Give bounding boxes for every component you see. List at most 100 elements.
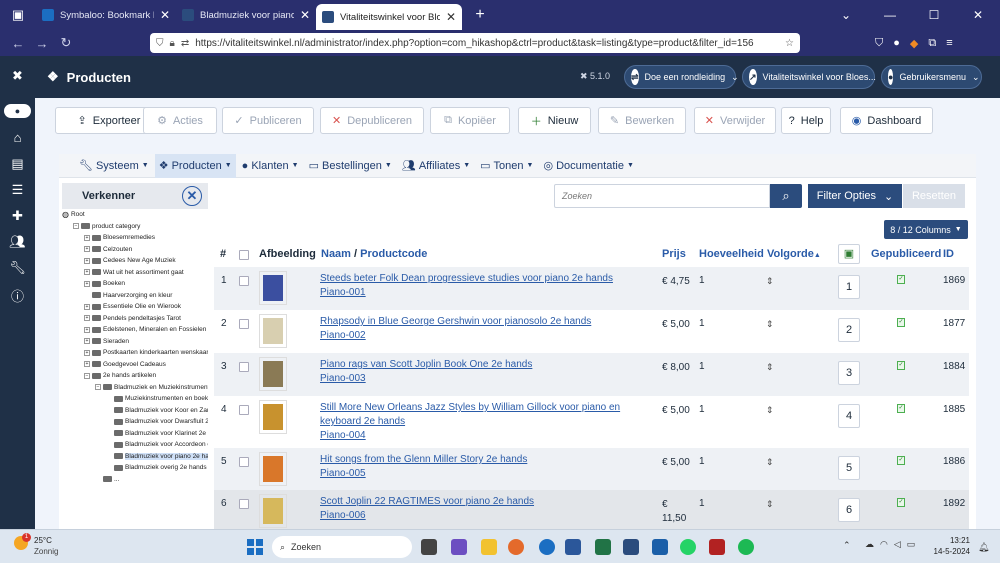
tree-node[interactable]: + Sieraden [84, 336, 129, 347]
app-icon[interactable] [623, 539, 639, 555]
guided-tour-button[interactable]: ⇌ Doe een rondleiding ⌄ [624, 65, 739, 89]
name-header[interactable]: Naam [321, 248, 351, 260]
close-circle-icon[interactable]: ✕ [182, 186, 202, 206]
col-name[interactable]: Naam / Productcode [321, 248, 427, 260]
collapse-icon[interactable]: − [84, 372, 90, 379]
tree-node-label[interactable]: Bladmuziek voor Accordeon e [125, 441, 208, 448]
joomla-logo-icon[interactable]: ✖ [0, 68, 35, 84]
expand-icon[interactable]: + [84, 257, 90, 264]
expand-icon[interactable]: + [84, 361, 90, 367]
tree-node-label[interactable]: Wat uit het assortiment gaat [103, 269, 184, 276]
order-header[interactable]: Volgorde [767, 248, 814, 260]
published-check-icon[interactable]: ✓ [897, 498, 905, 507]
expand-icon[interactable]: + [84, 303, 90, 310]
unpublish-button[interactable]: ✕ Depubliceren [320, 107, 424, 134]
expand-icon[interactable]: + [84, 280, 90, 287]
menu-tonen[interactable]: ▭ Tonen ▼ [476, 154, 537, 178]
product-code-link[interactable]: Piano-003 [320, 372, 650, 386]
store-icon[interactable] [652, 539, 668, 555]
back-arrow-icon[interactable]: ← [6, 36, 30, 51]
order-input[interactable]: 3 [838, 361, 860, 385]
tree-node-label[interactable]: Bladmuziek voor Dwarsfluit 2e [125, 418, 208, 425]
whatsapp-icon[interactable] [680, 539, 696, 555]
table-row[interactable]: 5 Hit songs from the Glenn Miller Story 2… [214, 448, 969, 490]
drag-handle-icon[interactable]: ⇕ [766, 362, 774, 373]
tree-node-label[interactable]: Bloesemremedies [103, 234, 155, 241]
extension-badge-icon[interactable]: ◆ [910, 37, 918, 50]
product-name-link[interactable]: Rhapsody in Blue George Gershwin voor pi… [320, 315, 650, 329]
save-order-icon[interactable]: ▣ [838, 244, 860, 264]
browser-tab-vitaliteitswinkel[interactable]: Vitaliteitswinkel voor Bloesem ✕ [316, 4, 462, 30]
close-window-icon[interactable]: ✕ [956, 8, 1000, 22]
drag-handle-icon[interactable]: ⇕ [766, 457, 774, 468]
published-check-icon[interactable]: ✓ [897, 456, 905, 465]
menu-producten[interactable]: ❖ Producten ▼ [154, 153, 236, 178]
chevron-down-icon[interactable]: ⌄ [824, 8, 868, 22]
table-row[interactable]: 2 Rhapsody in Blue George Gershwin voor p… [214, 310, 969, 353]
tree-node-label[interactable]: Postkaarten kinderkaarten wenskaarten [103, 349, 208, 356]
extensions-icon[interactable]: ⧉ [928, 37, 936, 50]
table-row[interactable]: 6 Scott Joplin 22 RAGTIMES voor piano 2e … [214, 490, 969, 529]
expand-icon[interactable]: + [84, 338, 90, 344]
menu-klanten[interactable]: ● Klanten ▼ [238, 154, 303, 178]
menus-list-icon[interactable]: ☰ [0, 182, 35, 198]
published-check-icon[interactable]: ✓ [897, 361, 905, 370]
reset-button[interactable]: Resetten [903, 184, 965, 208]
volume-icon[interactable]: ◁ [894, 539, 901, 550]
delete-button[interactable]: ✕ Verwijder [694, 107, 776, 134]
tree-node[interactable]: Bladmuziek voor Accordeon e [106, 439, 208, 450]
toggle-menu-icon[interactable]: ● [4, 104, 31, 118]
extension-avatar-icon[interactable]: ● [893, 37, 900, 49]
expand-icon[interactable]: + [84, 234, 90, 241]
users-icon[interactable]: 👥︎ [0, 234, 35, 250]
tree-node-label[interactable]: ... [114, 476, 119, 483]
tree-node[interactable]: + Edelstenen, Mineralen en Fossielen [84, 324, 206, 335]
word-icon[interactable] [565, 539, 581, 555]
tab-actions-icon[interactable]: ▣ [0, 0, 36, 30]
bookmark-star-icon[interactable]: ☆ [785, 38, 794, 49]
close-icon[interactable]: ✕ [300, 8, 310, 22]
permissions-icon[interactable]: ⇄ [181, 38, 189, 49]
tree-node-label[interactable]: Bladmuziek voor piano 2e han [125, 452, 208, 460]
table-row[interactable]: 1 Steeds beter Folk Dean progressieve stu… [214, 267, 969, 310]
row-checkbox[interactable] [239, 276, 249, 286]
order-input[interactable]: 2 [838, 318, 860, 342]
tree-node[interactable]: Muziekinstrumenten en boeken [106, 393, 208, 404]
copy-button[interactable]: ⧉ Kopiëer [430, 107, 510, 134]
tree-node[interactable]: − product category [73, 221, 140, 232]
tree-node[interactable]: Bladmuziek voor Dwarsfluit 2e [106, 416, 208, 427]
filter-options-button[interactable]: Filter Opties ⌄ [808, 184, 902, 208]
tree-node-label[interactable]: Root [71, 211, 85, 218]
tree-node-label[interactable]: Bladmuziek en Muziekinstrumenten [114, 384, 208, 391]
maximize-icon[interactable]: ☐ [912, 8, 956, 22]
clock-date[interactable]: 14-5-2024 [928, 547, 970, 556]
tree-node[interactable]: − 2e hands artikelen [84, 370, 156, 381]
drag-handle-icon[interactable]: ⇕ [766, 319, 774, 330]
home-icon[interactable]: ⌂ [0, 130, 35, 145]
tree-node-label[interactable]: Boeken [103, 280, 125, 287]
tree-node-label[interactable]: Bladmuziek voor Klarinet 2e h [125, 430, 208, 437]
code-header[interactable]: Productcode [360, 248, 427, 260]
excel-icon[interactable] [595, 539, 611, 555]
product-thumbnail[interactable] [259, 452, 287, 486]
menu-bestellingen[interactable]: ▭ Bestellingen ▼ [305, 154, 396, 178]
product-thumbnail[interactable] [259, 357, 287, 391]
tree-node[interactable]: + Cedees New Age Muziek [84, 255, 176, 266]
tree-node-label[interactable]: 2e hands artikelen [103, 372, 156, 379]
pocket-icon[interactable]: ⛉ [875, 37, 883, 50]
col-order[interactable]: Volgorde▲ [767, 248, 821, 260]
task-view-icon[interactable] [421, 539, 437, 555]
product-name-link[interactable]: Still More New Orleans Jazz Styles by Wi… [320, 401, 650, 429]
drag-handle-icon[interactable]: ⇕ [766, 405, 774, 416]
tree-node-label[interactable]: product category [92, 223, 140, 230]
actions-button[interactable]: ⚙ Acties [143, 107, 217, 134]
tree-node[interactable]: ... [95, 474, 119, 485]
menu-systeem[interactable]: 🔧︎ Systeem ▼ [75, 154, 153, 178]
taskbar-search[interactable]: ⌕ Zoeken [272, 536, 412, 558]
edit-button[interactable]: ✎ Bewerken [598, 107, 686, 134]
url-field[interactable]: ⛉ 🔒︎ ⇄ https://vitaliteitswinkel.nl/admi… [150, 33, 800, 53]
battery-icon[interactable]: ▭ [907, 539, 916, 550]
tree-node[interactable]: + Goedgevoel Cadeaus [84, 359, 166, 370]
product-code-link[interactable]: Piano-005 [320, 467, 650, 481]
system-wrench-icon[interactable]: 🔧︎ [0, 260, 35, 276]
